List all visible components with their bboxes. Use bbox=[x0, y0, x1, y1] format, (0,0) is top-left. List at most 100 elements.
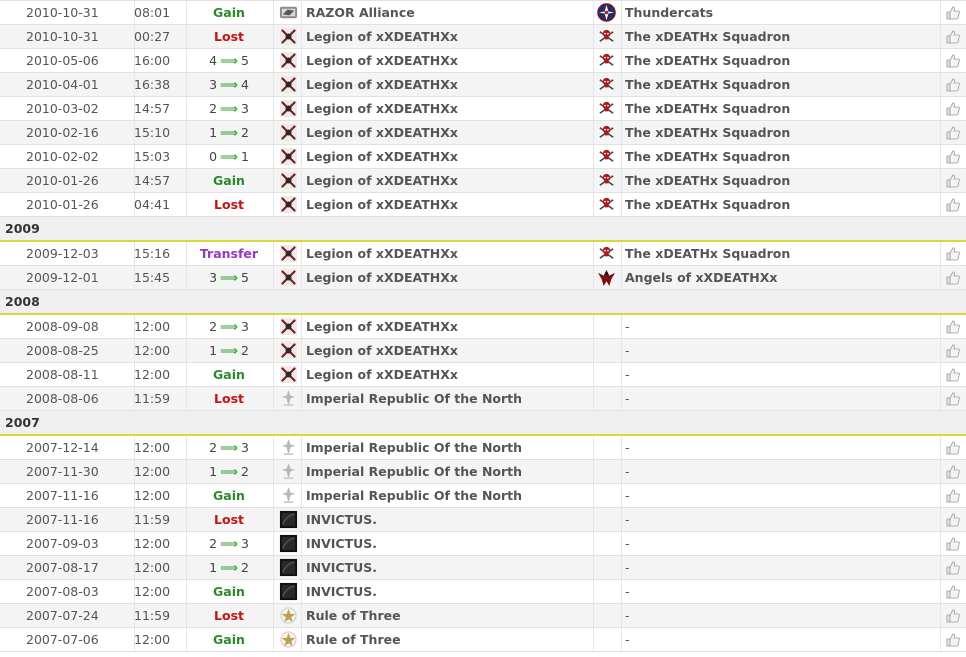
previous-alliance-link[interactable]: The xDEATHx Squadron bbox=[625, 49, 790, 72]
skull-logo-icon[interactable] bbox=[597, 99, 616, 118]
holder-alliance-link[interactable]: Legion of xXDEATHXx bbox=[306, 339, 458, 362]
like-button[interactable] bbox=[944, 145, 962, 168]
like-button[interactable] bbox=[944, 580, 962, 603]
holder-alliance-link[interactable]: Rule of Three bbox=[306, 604, 401, 627]
angels-logo-icon[interactable] bbox=[597, 268, 616, 287]
like-button[interactable] bbox=[944, 604, 962, 627]
previous-alliance-link[interactable]: The xDEATHx Squadron bbox=[625, 73, 790, 96]
legion-logo-icon[interactable] bbox=[279, 244, 298, 263]
like-button[interactable] bbox=[944, 508, 962, 531]
holder-alliance-link[interactable]: Legion of xXDEATHXx bbox=[306, 49, 458, 72]
like-button[interactable] bbox=[944, 484, 962, 507]
previous-alliance-link[interactable]: Thundercats bbox=[625, 1, 713, 24]
holder-alliance-link[interactable]: INVICTUS. bbox=[306, 508, 377, 531]
invictus-logo-icon[interactable] bbox=[279, 582, 298, 601]
thundercats-logo-icon[interactable] bbox=[597, 3, 616, 22]
previous-alliance-link[interactable]: The xDEATHx Squadron bbox=[625, 193, 790, 216]
imperial-republic-logo-icon[interactable] bbox=[279, 486, 298, 505]
invictus-logo-icon[interactable] bbox=[279, 558, 298, 577]
imperial-republic-logo-icon[interactable] bbox=[279, 438, 298, 457]
legion-logo-icon[interactable] bbox=[279, 99, 298, 118]
legion-logo-icon[interactable] bbox=[279, 147, 298, 166]
like-button[interactable] bbox=[944, 532, 962, 555]
legion-logo-icon[interactable] bbox=[279, 195, 298, 214]
holder-alliance-link[interactable]: Rule of Three bbox=[306, 628, 401, 651]
holder-alliance-link[interactable]: INVICTUS. bbox=[306, 556, 377, 579]
previous-alliance-link[interactable]: The xDEATHx Squadron bbox=[625, 145, 790, 168]
thumbs-up-icon bbox=[945, 319, 961, 335]
like-button[interactable] bbox=[944, 387, 962, 410]
table-row: 2007-11-16 12:00 Gain Imperial Republic Of … bbox=[0, 484, 966, 508]
like-button[interactable] bbox=[944, 242, 962, 265]
legion-logo-icon[interactable] bbox=[279, 123, 298, 142]
holder-alliance-link[interactable]: Legion of xXDEATHXx bbox=[306, 363, 458, 386]
previous-alliance-link[interactable]: The xDEATHx Squadron bbox=[625, 169, 790, 192]
holder-alliance-link[interactable]: Imperial Republic Of the North bbox=[306, 436, 522, 459]
legion-logo-icon[interactable] bbox=[279, 51, 298, 70]
like-button[interactable] bbox=[944, 436, 962, 459]
skull-logo-icon[interactable] bbox=[597, 195, 616, 214]
skull-logo-icon[interactable] bbox=[597, 51, 616, 70]
like-button[interactable] bbox=[944, 460, 962, 483]
like-button[interactable] bbox=[944, 556, 962, 579]
previous-alliance-link[interactable]: The xDEATHx Squadron bbox=[625, 25, 790, 48]
like-button[interactable] bbox=[944, 363, 962, 386]
rule-of-three-logo-icon[interactable] bbox=[279, 606, 298, 625]
holder-alliance-link[interactable]: Imperial Republic Of the North bbox=[306, 460, 522, 483]
invictus-logo-icon[interactable] bbox=[279, 510, 298, 529]
skull-logo-icon[interactable] bbox=[597, 244, 616, 263]
holder-alliance-link[interactable]: Imperial Republic Of the North bbox=[306, 387, 522, 410]
legion-logo-icon[interactable] bbox=[279, 268, 298, 287]
invictus-logo-icon[interactable] bbox=[279, 534, 298, 553]
like-button[interactable] bbox=[944, 1, 962, 24]
previous-alliance-link[interactable]: Angels of xXDEATHXx bbox=[625, 266, 777, 289]
holder-alliance-link[interactable]: Legion of xXDEATHXx bbox=[306, 97, 458, 120]
like-button[interactable] bbox=[944, 628, 962, 651]
holder-alliance-link[interactable]: Legion of xXDEATHXx bbox=[306, 121, 458, 144]
column-divider bbox=[273, 121, 274, 144]
previous-alliance-link[interactable]: The xDEATHx Squadron bbox=[625, 121, 790, 144]
like-button[interactable] bbox=[944, 193, 962, 216]
holder-alliance-link[interactable]: Legion of xXDEATHXx bbox=[306, 242, 458, 265]
change-cell: Gain bbox=[186, 363, 272, 386]
previous-alliance-link[interactable]: The xDEATHx Squadron bbox=[625, 242, 790, 265]
holder-alliance-link[interactable]: Legion of xXDEATHXx bbox=[306, 169, 458, 192]
like-button[interactable] bbox=[944, 121, 962, 144]
holder-alliance-link[interactable]: Legion of xXDEATHXx bbox=[306, 25, 458, 48]
like-button[interactable] bbox=[944, 339, 962, 362]
skull-logo-icon[interactable] bbox=[597, 171, 616, 190]
skull-logo-icon[interactable] bbox=[597, 147, 616, 166]
legion-logo-icon[interactable] bbox=[279, 317, 298, 336]
holder-alliance-link[interactable]: Legion of xXDEATHXx bbox=[306, 315, 458, 338]
like-button[interactable] bbox=[944, 97, 962, 120]
holder-alliance-link[interactable]: Legion of xXDEATHXx bbox=[306, 145, 458, 168]
legion-logo-icon[interactable] bbox=[279, 341, 298, 360]
holder-alliance-link[interactable]: INVICTUS. bbox=[306, 532, 377, 555]
holder-alliance-link[interactable]: INVICTUS. bbox=[306, 580, 377, 603]
holder-alliance-link[interactable]: Legion of xXDEATHXx bbox=[306, 193, 458, 216]
like-button[interactable] bbox=[944, 169, 962, 192]
like-button[interactable] bbox=[944, 25, 962, 48]
like-button[interactable] bbox=[944, 73, 962, 96]
legion-logo-icon[interactable] bbox=[279, 365, 298, 384]
column-divider bbox=[273, 339, 274, 362]
rule-of-three-logo-icon[interactable] bbox=[279, 630, 298, 649]
imperial-republic-logo-icon[interactable] bbox=[279, 389, 298, 408]
skull-logo-icon[interactable] bbox=[597, 75, 616, 94]
imperial-republic-logo-icon[interactable] bbox=[279, 462, 298, 481]
holder-alliance-link[interactable]: Imperial Republic Of the North bbox=[306, 484, 522, 507]
legion-logo-icon[interactable] bbox=[279, 27, 298, 46]
holder-alliance-link[interactable]: RAZOR Alliance bbox=[306, 1, 415, 24]
column-divider bbox=[621, 73, 622, 96]
previous-alliance-link[interactable]: The xDEATHx Squadron bbox=[625, 97, 790, 120]
holder-alliance-link[interactable]: Legion of xXDEATHXx bbox=[306, 73, 458, 96]
skull-logo-icon[interactable] bbox=[597, 123, 616, 142]
skull-logo-icon[interactable] bbox=[597, 27, 616, 46]
holder-alliance-link[interactable]: Legion of xXDEATHXx bbox=[306, 266, 458, 289]
like-button[interactable] bbox=[944, 266, 962, 289]
legion-logo-icon[interactable] bbox=[279, 75, 298, 94]
like-button[interactable] bbox=[944, 49, 962, 72]
legion-logo-icon[interactable] bbox=[279, 171, 298, 190]
razor-logo-icon[interactable] bbox=[279, 3, 298, 22]
like-button[interactable] bbox=[944, 315, 962, 338]
